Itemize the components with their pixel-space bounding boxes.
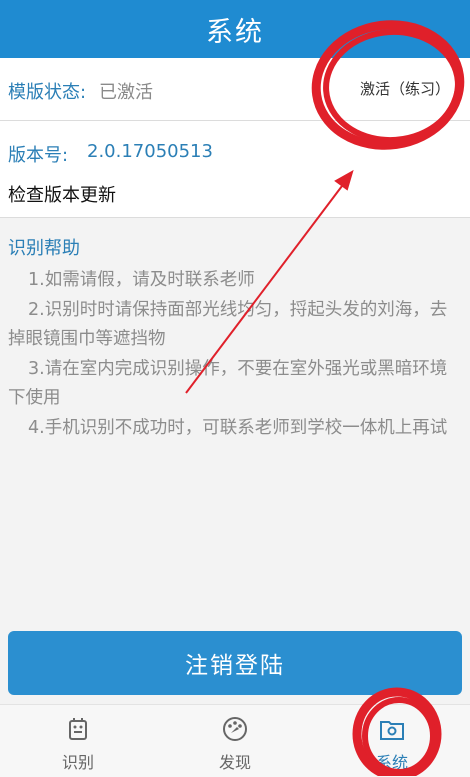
- tab-discover[interactable]: 发现: [157, 705, 313, 777]
- help-title: 识别帮助: [8, 238, 80, 259]
- help-item: 2.识别时时请保持面部光线均匀，捋起头发的刘海，去掉眼镜围巾等遮挡物: [8, 299, 448, 350]
- tab-system-label: 系统: [375, 753, 408, 772]
- tab-discover-label: 发现: [218, 753, 251, 772]
- chevron-right-icon: ›: [456, 76, 464, 101]
- page-header: 系统: [0, 0, 470, 58]
- version-label: 版本号:: [8, 145, 69, 166]
- version-section: 版本号: 2.0.17050513 检查版本更新: [0, 121, 470, 218]
- template-status-value: 已激活: [99, 82, 153, 103]
- activate-practice-label: 激活（练习）: [359, 80, 450, 98]
- template-status-row: 模版状态: 已激活 激活（练习） ›: [0, 58, 470, 121]
- help-list: 1.如需请假，请及时联系老师 2.识别时时请保持面部光线均匀，捋起头发的刘海，去…: [8, 266, 460, 443]
- tab-recognize[interactable]: 识别: [0, 705, 156, 777]
- help-item: 3.请在室内完成识别操作，不要在室外强光或黑暗环境下使用: [8, 358, 448, 409]
- tab-system[interactable]: 系统: [314, 705, 470, 777]
- logout-button[interactable]: 注销登陆: [8, 631, 462, 695]
- system-icon: [380, 721, 404, 740]
- template-status-label: 模版状态:: [8, 82, 87, 103]
- recognize-icon: [69, 718, 87, 740]
- bottom-tab-bar: 识别 发现 系统: [0, 704, 470, 777]
- version-value: 2.0.17050513: [87, 141, 213, 162]
- page-title: 系统: [206, 16, 264, 48]
- help-item: 1.如需请假，请及时联系老师: [28, 270, 255, 290]
- help-item: 4.手机识别不成功时，可联系老师到学校一体机上再试: [28, 417, 448, 438]
- check-update-button[interactable]: 检查版本更新: [8, 181, 116, 207]
- tab-recognize-label: 识别: [61, 753, 94, 772]
- discover-icon: [223, 717, 247, 741]
- activate-practice-link[interactable]: 激活（练习） ›: [360, 78, 464, 99]
